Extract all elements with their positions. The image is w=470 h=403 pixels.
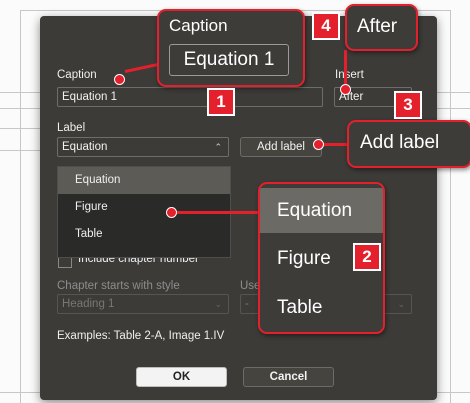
callout-connector — [322, 143, 350, 146]
callout-dot — [313, 139, 324, 150]
dropdown-item-figure[interactable]: Figure — [58, 194, 230, 221]
caption-callout-title: Caption — [169, 16, 228, 35]
chapter-style-value: Heading 1 — [62, 298, 115, 310]
step-badge-3: 3 — [394, 91, 422, 119]
label-select[interactable]: Equation ⌃ — [57, 137, 229, 157]
chapter-style-select[interactable]: Heading 1 ⌄ — [57, 294, 229, 314]
chevron-down-icon: ⌄ — [214, 299, 222, 309]
examples-text: Examples: Table 2-A, Image 1.IV — [57, 330, 225, 342]
caption-label: Caption — [57, 69, 97, 81]
label-select-value: Equation — [62, 141, 108, 153]
callout-dot — [340, 84, 351, 95]
page-margin-line — [20, 10, 21, 403]
separator-value: - — [245, 298, 249, 310]
step-badge-2: 2 — [353, 243, 381, 271]
after-callout: After — [345, 4, 418, 51]
insert-label: Insert — [335, 69, 364, 81]
page-margin-line — [450, 10, 451, 403]
callout-item-table: Table — [277, 297, 323, 318]
caption-callout: Caption Equation 1 — [157, 9, 305, 87]
callout-dot — [114, 74, 125, 85]
callout-connector — [174, 211, 260, 214]
chevron-up-icon: ⌃ — [214, 142, 222, 152]
callout-item-equation: Equation — [260, 188, 383, 233]
ok-button[interactable]: OK — [136, 367, 227, 387]
caption-callout-field: Equation 1 — [169, 44, 289, 76]
add-label-callout-text: Add label — [360, 132, 440, 153]
callout-connector — [344, 50, 347, 88]
callout-dot — [166, 207, 177, 218]
add-label-callout: Add label — [347, 120, 470, 168]
add-label-button[interactable]: Add label — [240, 137, 322, 157]
dropdown-item-table[interactable]: Table — [58, 221, 230, 248]
dropdown-item-equation[interactable]: Equation — [58, 167, 230, 194]
step-badge-1: 1 — [207, 88, 235, 116]
caption-input[interactable]: Equation 1 — [57, 87, 323, 107]
label-label: Label — [57, 122, 86, 134]
after-callout-value: After — [357, 16, 398, 37]
chapter-style-label: Chapter starts with style — [57, 280, 180, 292]
step-badge-4: 4 — [312, 12, 340, 40]
cancel-button[interactable]: Cancel — [243, 367, 334, 387]
chevron-down-icon: ⌄ — [397, 299, 405, 309]
